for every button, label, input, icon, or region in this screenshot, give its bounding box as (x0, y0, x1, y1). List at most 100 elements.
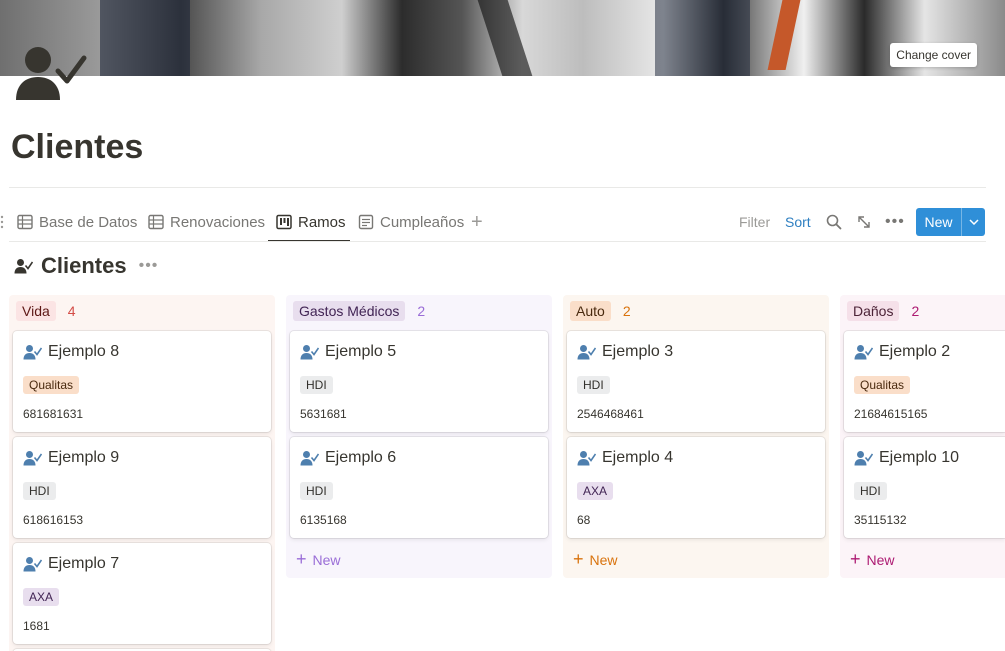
cover-image (0, 0, 1005, 76)
board-card[interactable]: Ejemplo 9 HDI 618616153 (13, 437, 271, 538)
add-view-icon[interactable]: + (471, 212, 483, 232)
user-check-icon (577, 451, 596, 466)
user-check-icon (23, 345, 42, 360)
add-card-button[interactable]: + New (296, 549, 341, 570)
tab-label: Cumpleaños (380, 213, 465, 231)
tab-ramos[interactable]: Ramos (276, 203, 346, 241)
board-card[interactable]: Ejemplo 4 AXA 68 (567, 437, 825, 538)
filter-button[interactable]: Filter (739, 212, 770, 232)
policy-number: 618616153 (23, 513, 84, 527)
add-card-label: New (866, 551, 895, 568)
card-title: Ejemplo 3 (577, 343, 673, 361)
card-title-text: Ejemplo 10 (879, 449, 960, 466)
board-column-danos: Daños 2 Ejemplo 2 Qualitas 21684615165 E… (840, 295, 1005, 578)
user-check-icon (577, 345, 596, 360)
board-card[interactable]: Ejemplo 8 Qualitas 681681631 (13, 331, 271, 432)
table-icon (17, 214, 33, 230)
tab-base-de-datos[interactable]: Base de Datos (17, 203, 137, 241)
expand-icon[interactable] (856, 214, 872, 230)
cover-tie (767, 0, 801, 70)
search-icon[interactable] (826, 214, 842, 230)
board-icon (276, 214, 292, 230)
add-card-button[interactable]: + New (573, 549, 618, 570)
card-title-text: Ejemplo 6 (325, 449, 397, 466)
tab-label: Base de Datos (39, 213, 138, 231)
new-button[interactable]: New (916, 208, 985, 236)
chevron-down-icon[interactable] (962, 208, 985, 236)
card-title: Ejemplo 2 (854, 343, 950, 361)
tab-renovaciones[interactable]: Renovaciones (148, 203, 265, 241)
tab-label: Renovaciones (170, 213, 266, 231)
card-title-text: Ejemplo 4 (602, 449, 674, 466)
insurer-badge: AXA (23, 588, 60, 606)
column-header: Gastos Médicos 2 (286, 295, 552, 327)
change-cover-button[interactable]: Change cover (890, 43, 977, 67)
drag-handle-icon[interactable] (0, 214, 4, 230)
plus-icon: + (296, 549, 307, 569)
card-title-text: Ejemplo 2 (879, 343, 951, 360)
policy-number: 35115132 (854, 513, 907, 527)
more-icon[interactable]: ••• (139, 257, 159, 275)
collection-header: Clientes ••• (14, 252, 158, 280)
board-card[interactable]: Ejemplo 6 HDI 6135168 (290, 437, 548, 538)
card-title: Ejemplo 4 (577, 449, 673, 467)
card-title: Ejemplo 9 (23, 449, 119, 467)
board-column-auto: Auto 2 Ejemplo 3 HDI 2546468461 Ejemplo … (563, 295, 829, 578)
insurer-badge: HDI (300, 482, 333, 500)
column-header: Auto 2 (563, 295, 829, 327)
user-check-icon[interactable] (14, 44, 88, 102)
cover-shade (477, 0, 533, 76)
insurer-badge: Qualitas (854, 376, 911, 394)
board-card[interactable]: Ejemplo 3 HDI 2546468461 (567, 331, 825, 432)
add-card-label: New (589, 551, 618, 568)
policy-number: 68 (577, 513, 591, 527)
insurer-badge: AXA (577, 482, 614, 500)
sort-button[interactable]: Sort (785, 212, 811, 232)
card-title: Ejemplo 8 (23, 343, 119, 361)
user-check-icon (854, 451, 873, 466)
add-card-button[interactable]: + New (850, 549, 895, 570)
user-check-icon (23, 557, 42, 572)
column-header: Daños 2 (840, 295, 1005, 327)
board-card[interactable]: Ejemplo 7 AXA 1681 (13, 543, 271, 644)
user-check-icon (854, 345, 873, 360)
column-count: 4 (67, 303, 76, 319)
column-count: 2 (417, 303, 426, 319)
view-tabs: Base de Datos Renovaciones Ramos Cumplea… (0, 203, 1005, 242)
column-tag[interactable]: Vida (16, 301, 56, 321)
policy-number: 2546468461 (577, 407, 644, 421)
board-card[interactable]: Ejemplo 5 HDI 5631681 (290, 331, 548, 432)
board-card[interactable]: Ejemplo 2 Qualitas 21684615165 (844, 331, 1005, 432)
column-header: Vida 4 (9, 295, 275, 327)
insurer-badge: HDI (23, 482, 56, 500)
board-column-gastos-medicos: Gastos Médicos 2 Ejemplo 5 HDI 5631681 E… (286, 295, 552, 578)
policy-number: 5631681 (300, 407, 347, 421)
card-title-text: Ejemplo 7 (48, 555, 120, 572)
cover-shade (100, 0, 190, 76)
column-count: 2 (622, 303, 631, 319)
tab-cumpleanos[interactable]: Cumpleaños (358, 203, 464, 241)
column-tag[interactable]: Daños (847, 301, 900, 321)
user-check-icon (300, 345, 319, 360)
page-title: Clientes (11, 128, 144, 166)
collection-title[interactable]: Clientes (41, 253, 127, 279)
plus-icon: + (573, 549, 584, 569)
table-icon (148, 214, 164, 230)
card-title-text: Ejemplo 5 (325, 343, 397, 360)
card-title: Ejemplo 6 (300, 449, 396, 467)
column-tag[interactable]: Gastos Médicos (293, 301, 406, 321)
policy-number: 6135168 (300, 513, 347, 527)
column-tag[interactable]: Auto (570, 301, 611, 321)
board-card[interactable]: Ejemplo 10 HDI 35115132 (844, 437, 1005, 538)
card-title: Ejemplo 5 (300, 343, 396, 361)
insurer-badge: HDI (854, 482, 887, 500)
board-column-vida: Vida 4 Ejemplo 8 Qualitas 681681631 Ejem… (9, 295, 275, 651)
card-title-text: Ejemplo 8 (48, 343, 120, 360)
more-icon[interactable]: ••• (885, 212, 905, 232)
insurer-badge: Qualitas (23, 376, 80, 394)
list-icon (358, 214, 374, 230)
plus-icon: + (850, 549, 861, 569)
policy-number: 21684615165 (854, 407, 928, 421)
new-button-label: New (924, 214, 953, 230)
card-title: Ejemplo 10 (854, 449, 959, 467)
